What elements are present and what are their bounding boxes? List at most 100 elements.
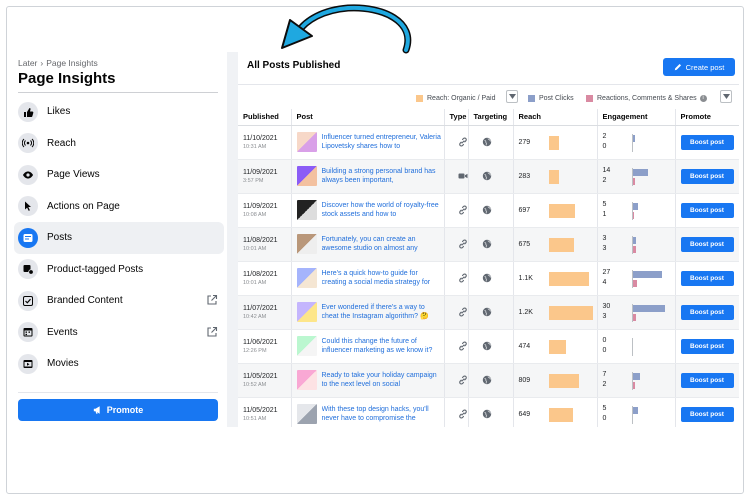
post-thumbnail[interactable] bbox=[296, 132, 317, 152]
reactions-value: 0 bbox=[602, 142, 607, 150]
external-link-icon[interactable] bbox=[206, 326, 218, 338]
promote-cell: Boost post bbox=[675, 363, 739, 398]
reach-value: 697 bbox=[518, 206, 531, 214]
column-header-post[interactable]: Post bbox=[291, 109, 445, 126]
post-thumbnail[interactable] bbox=[296, 302, 317, 322]
table-row[interactable]: 11/05/2021 10:51 AM With these top design … bbox=[238, 397, 739, 427]
sidebar-item-posts[interactable]: Posts bbox=[14, 222, 224, 254]
post-thumbnail[interactable] bbox=[296, 404, 317, 424]
boost-post-button[interactable]: Boost post bbox=[680, 168, 734, 184]
column-header-type[interactable]: Type bbox=[444, 109, 469, 126]
sidebar-item-label: Movies bbox=[47, 358, 79, 370]
post-link[interactable]: Here's a quick how-to guide for creating… bbox=[322, 269, 444, 288]
reach-bar bbox=[548, 407, 573, 422]
table-row[interactable]: 11/09/2021 10:08 AM Discover how the world… bbox=[238, 193, 739, 228]
column-header-targeting[interactable]: Targeting bbox=[468, 109, 514, 126]
post-thumbnail[interactable] bbox=[296, 234, 317, 254]
boost-post-button[interactable]: Boost post bbox=[680, 372, 734, 388]
external-link-icon[interactable] bbox=[206, 294, 218, 306]
published-time: 10:42 AM bbox=[243, 313, 267, 320]
published-date: 11/09/2021 bbox=[243, 168, 278, 176]
boost-post-button[interactable]: Boost post bbox=[680, 338, 734, 354]
create-post-button[interactable]: Create post bbox=[663, 58, 735, 76]
chevron-down-icon bbox=[508, 94, 516, 99]
post-thumbnail[interactable] bbox=[296, 370, 317, 390]
table-row[interactable]: 11/10/2021 10:31 AM Influencer turned entr… bbox=[238, 125, 739, 160]
published-time: 3:57 PM bbox=[243, 177, 264, 184]
promote-button[interactable]: Promote bbox=[18, 399, 218, 421]
breadcrumb-parent[interactable]: Later bbox=[18, 58, 37, 68]
breadcrumb-separator: › bbox=[40, 58, 44, 68]
sidebar-item-reach[interactable]: Reach bbox=[14, 128, 224, 160]
column-header-reach[interactable]: Reach bbox=[513, 109, 598, 126]
published-cell: 11/07/2021 10:42 AM bbox=[238, 295, 292, 330]
table-row[interactable]: 11/07/2021 10:42 AM Ever wondered if there… bbox=[238, 295, 739, 330]
engagement-cell: 20 bbox=[597, 125, 676, 160]
targeting-cell bbox=[468, 159, 514, 194]
info-icon[interactable]: i bbox=[699, 94, 707, 102]
cursor-icon bbox=[18, 196, 38, 217]
engagement-metric-dropdown[interactable] bbox=[720, 90, 732, 103]
boost-post-button[interactable]: Boost post bbox=[680, 236, 734, 252]
sidebar-item-branded-content[interactable]: Branded Content bbox=[14, 285, 224, 317]
type-cell bbox=[444, 363, 469, 398]
published-date: 11/06/2021 bbox=[243, 338, 278, 346]
film-icon bbox=[18, 353, 38, 374]
post-link[interactable]: Influencer turned entrepreneur, Valeria … bbox=[322, 133, 444, 152]
table-row[interactable]: 11/08/2021 10:01 AM Fortunately, you can c… bbox=[238, 227, 739, 262]
reactions-value: 3 bbox=[602, 312, 607, 320]
post-link[interactable]: Could this change the future of influenc… bbox=[322, 337, 444, 356]
posts-table: Published Post Type Targeting Reach Engagemen… bbox=[238, 109, 739, 427]
published-time: 10:08 AM bbox=[243, 211, 267, 218]
published-cell: 11/09/2021 3:57 PM bbox=[238, 159, 292, 194]
post-link[interactable]: Fortunately, you can create an awesome s… bbox=[322, 235, 444, 254]
boost-post-button[interactable]: Boost post bbox=[680, 134, 734, 150]
post-link[interactable]: Building a strong personal brand has alw… bbox=[322, 167, 444, 186]
published-time: 10:01 AM bbox=[243, 279, 267, 286]
targeting-cell bbox=[468, 261, 514, 296]
boost-post-button[interactable]: Boost post bbox=[680, 304, 734, 320]
table-row[interactable]: 11/08/2021 10:01 AM Here's a quick how-to … bbox=[238, 261, 739, 296]
sidebar-item-movies[interactable]: Movies bbox=[14, 348, 224, 380]
boost-post-button[interactable]: Boost post bbox=[680, 202, 734, 218]
sidebar-item-likes[interactable]: Likes bbox=[14, 96, 224, 128]
post-link[interactable]: With these top design hacks, you'll neve… bbox=[322, 405, 444, 424]
post-link[interactable]: Ready to take your holiday campaign to t… bbox=[322, 371, 444, 390]
column-header-promote[interactable]: Promote bbox=[675, 109, 739, 126]
post-cell: With these top design hacks, you'll neve… bbox=[291, 397, 445, 427]
reach-bar bbox=[548, 339, 566, 354]
post-thumbnail[interactable] bbox=[296, 166, 317, 186]
sidebar-item-events[interactable]: Events bbox=[14, 317, 224, 349]
table-row[interactable]: 11/09/2021 3:57 PM Building a strong perso… bbox=[238, 159, 739, 194]
sidebar-item-product-tagged-posts[interactable]: Product-tagged Posts bbox=[14, 254, 224, 286]
link-icon bbox=[458, 409, 467, 419]
reach-value: 1.2K bbox=[518, 308, 533, 316]
megaphone-icon bbox=[93, 406, 100, 414]
column-header-engagement[interactable]: Engagement bbox=[597, 109, 676, 126]
sidebar-item-actions-on-page[interactable]: Actions on Page bbox=[14, 191, 224, 223]
reach-bar bbox=[548, 203, 575, 218]
boost-post-button[interactable]: Boost post bbox=[680, 406, 734, 422]
promote-cell: Boost post bbox=[675, 261, 739, 296]
sidebar-item-page-views[interactable]: Page Views bbox=[14, 159, 224, 191]
published-date: 11/05/2021 bbox=[243, 372, 278, 380]
column-header-published[interactable]: Published bbox=[238, 109, 292, 126]
table-row[interactable]: 11/06/2021 12:26 PM Could this change the … bbox=[238, 329, 739, 364]
engagement-cell: 27 4 bbox=[597, 261, 676, 296]
link-icon bbox=[458, 307, 467, 317]
post-thumbnail[interactable] bbox=[296, 268, 317, 288]
post-link[interactable]: Discover how the world of royalty-free s… bbox=[322, 201, 444, 220]
reach-metric-dropdown[interactable] bbox=[506, 90, 518, 103]
table-row[interactable]: 11/05/2021 10:52 AM Ready to take your hol… bbox=[238, 363, 739, 398]
link-icon bbox=[458, 273, 467, 283]
post-cell: Ever wondered if there's a way to cheat … bbox=[291, 295, 445, 330]
reactions-value: 0 bbox=[602, 414, 607, 422]
post-thumbnail[interactable] bbox=[296, 336, 317, 356]
panel-divider bbox=[238, 84, 739, 85]
reactions-bar bbox=[632, 211, 634, 219]
published-date: 11/07/2021 bbox=[243, 304, 278, 312]
post-link[interactable]: Ever wondered if there's a way to cheat … bbox=[322, 303, 444, 322]
boost-post-button[interactable]: Boost post bbox=[680, 270, 734, 286]
post-thumbnail[interactable] bbox=[296, 200, 317, 220]
thumbs-up-icon bbox=[18, 101, 38, 122]
